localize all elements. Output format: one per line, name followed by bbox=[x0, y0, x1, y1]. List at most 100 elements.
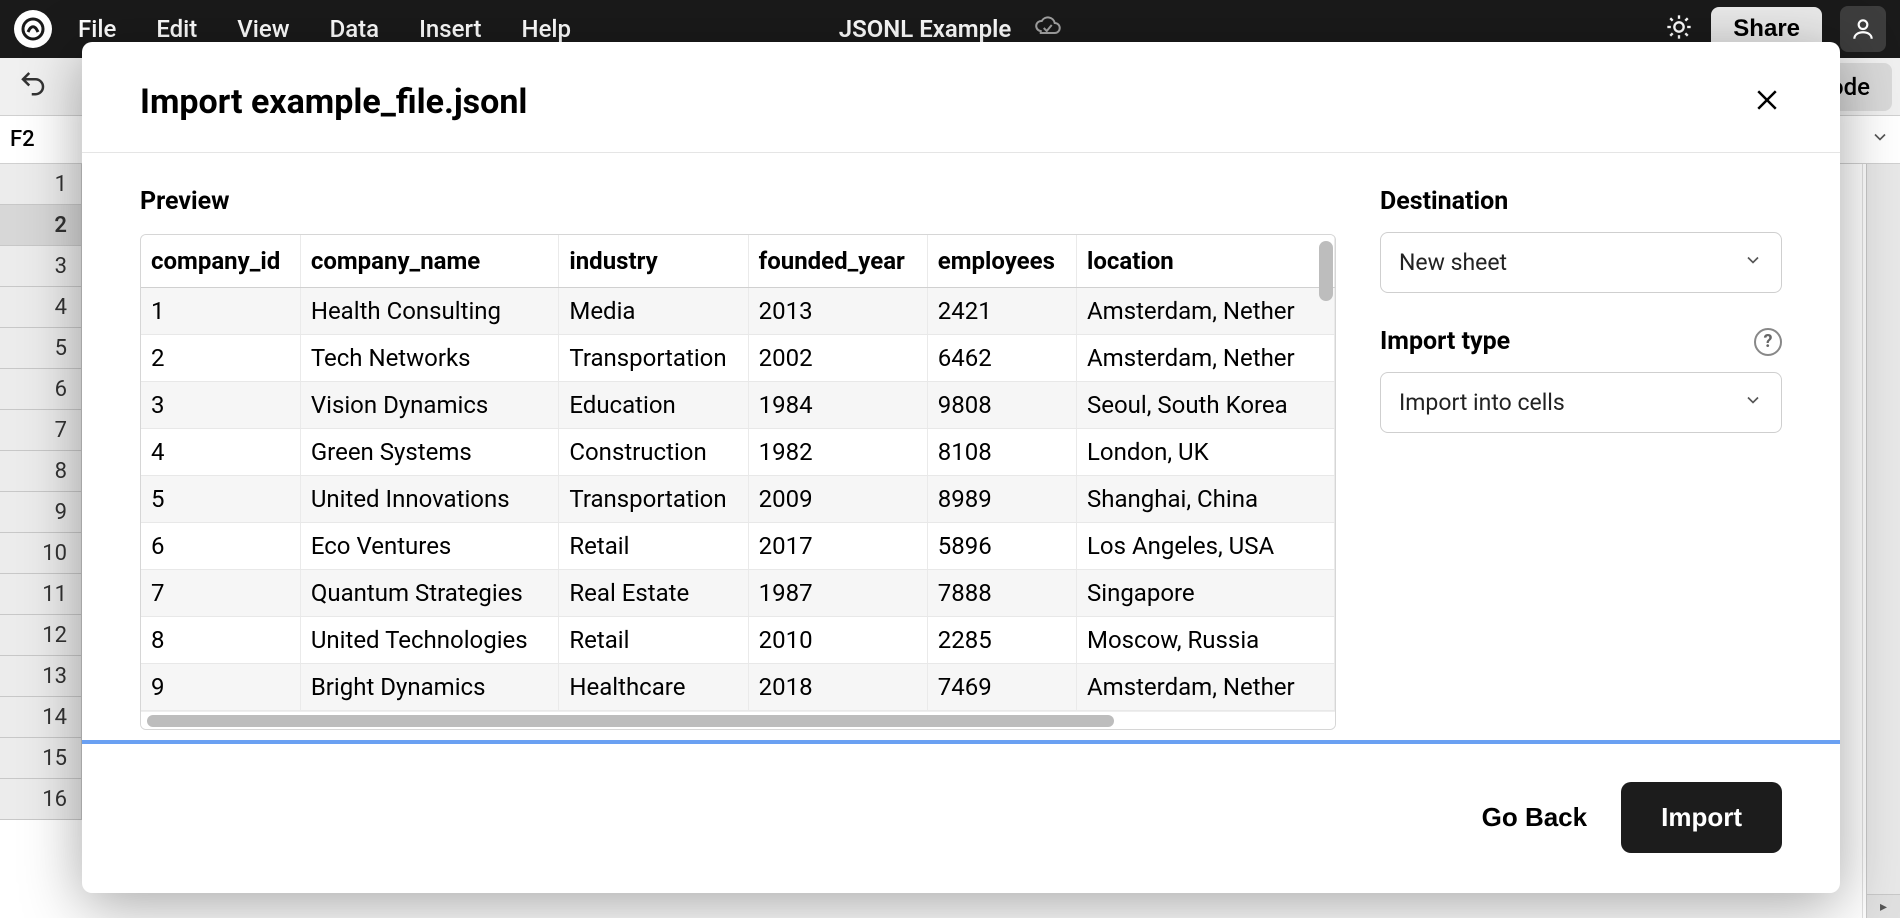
table-cell[interactable]: Education bbox=[559, 382, 748, 429]
table-cell[interactable]: Quantum Strategies bbox=[300, 570, 559, 617]
column-header[interactable]: company_id bbox=[141, 235, 300, 288]
table-cell[interactable]: 2009 bbox=[748, 476, 927, 523]
table-cell[interactable]: 2421 bbox=[927, 288, 1076, 335]
table-row[interactable]: 1Health ConsultingMedia20132421Amsterdam… bbox=[141, 288, 1335, 335]
row-header[interactable]: 1 bbox=[0, 164, 81, 205]
table-cell[interactable]: 6462 bbox=[927, 335, 1076, 382]
table-cell[interactable]: United Technologies bbox=[300, 617, 559, 664]
table-cell[interactable]: 5896 bbox=[927, 523, 1076, 570]
row-header[interactable]: 5 bbox=[0, 328, 81, 369]
destination-select[interactable]: New sheet bbox=[1380, 232, 1782, 293]
table-cell[interactable]: Real Estate bbox=[559, 570, 748, 617]
formula-expand-icon[interactable] bbox=[1870, 127, 1890, 152]
table-row[interactable]: 3Vision DynamicsEducation19849808Seoul, … bbox=[141, 382, 1335, 429]
horizontal-scrollbar-track[interactable] bbox=[141, 711, 1335, 729]
table-cell[interactable]: Singapore bbox=[1076, 570, 1334, 617]
table-cell[interactable]: 1984 bbox=[748, 382, 927, 429]
column-header[interactable]: industry bbox=[559, 235, 748, 288]
table-cell[interactable]: 2018 bbox=[748, 664, 927, 711]
table-cell[interactable]: Retail bbox=[559, 617, 748, 664]
table-cell[interactable]: 1982 bbox=[748, 429, 927, 476]
help-icon[interactable]: ? bbox=[1754, 328, 1782, 356]
row-header[interactable]: 15 bbox=[0, 738, 81, 779]
table-cell[interactable]: 9808 bbox=[927, 382, 1076, 429]
table-cell[interactable]: 8 bbox=[141, 617, 300, 664]
table-row[interactable]: 4Green SystemsConstruction19828108London… bbox=[141, 429, 1335, 476]
row-header[interactable]: 12 bbox=[0, 615, 81, 656]
table-cell[interactable]: Vision Dynamics bbox=[300, 382, 559, 429]
row-header[interactable]: 13 bbox=[0, 656, 81, 697]
undo-icon[interactable] bbox=[18, 68, 48, 105]
table-cell[interactable]: 1987 bbox=[748, 570, 927, 617]
table-cell[interactable]: Los Angeles, USA bbox=[1076, 523, 1334, 570]
menu-insert[interactable]: Insert bbox=[419, 15, 481, 43]
table-cell[interactable]: Retail bbox=[559, 523, 748, 570]
row-header[interactable]: 11 bbox=[0, 574, 81, 615]
cell-reference[interactable]: F2 bbox=[10, 127, 70, 152]
table-cell[interactable]: Amsterdam, Nether bbox=[1076, 664, 1334, 711]
table-cell[interactable]: 7888 bbox=[927, 570, 1076, 617]
cloud-sync-icon[interactable] bbox=[1031, 15, 1061, 43]
table-cell[interactable]: London, UK bbox=[1076, 429, 1334, 476]
table-row[interactable]: 7Quantum StrategiesReal Estate19877888Si… bbox=[141, 570, 1335, 617]
app-logo[interactable] bbox=[14, 10, 52, 48]
column-header[interactable]: company_name bbox=[300, 235, 559, 288]
horizontal-scrollbar-thumb[interactable] bbox=[147, 715, 1114, 727]
row-header[interactable]: 8 bbox=[0, 451, 81, 492]
table-row[interactable]: 9Bright DynamicsHealthcare20187469Amster… bbox=[141, 664, 1335, 711]
table-cell[interactable]: Amsterdam, Nether bbox=[1076, 288, 1334, 335]
table-cell[interactable]: 2017 bbox=[748, 523, 927, 570]
table-cell[interactable]: 3 bbox=[141, 382, 300, 429]
table-cell[interactable]: Bright Dynamics bbox=[300, 664, 559, 711]
table-cell[interactable]: Transportation bbox=[559, 476, 748, 523]
row-header[interactable]: 3 bbox=[0, 246, 81, 287]
go-back-button[interactable]: Go Back bbox=[1482, 802, 1588, 833]
table-cell[interactable]: Moscow, Russia bbox=[1076, 617, 1334, 664]
table-cell[interactable]: 1 bbox=[141, 288, 300, 335]
table-cell[interactable]: Construction bbox=[559, 429, 748, 476]
table-cell[interactable]: 9 bbox=[141, 664, 300, 711]
table-cell[interactable]: 2 bbox=[141, 335, 300, 382]
column-header[interactable]: founded_year bbox=[748, 235, 927, 288]
row-header[interactable]: 7 bbox=[0, 410, 81, 451]
theme-toggle-icon[interactable] bbox=[1665, 13, 1693, 45]
import-button[interactable]: Import bbox=[1621, 782, 1782, 853]
table-cell[interactable]: United Innovations bbox=[300, 476, 559, 523]
table-cell[interactable]: Eco Ventures bbox=[300, 523, 559, 570]
table-cell[interactable]: 2285 bbox=[927, 617, 1076, 664]
menu-file[interactable]: File bbox=[78, 15, 116, 43]
table-cell[interactable]: 8989 bbox=[927, 476, 1076, 523]
row-header[interactable]: 4 bbox=[0, 287, 81, 328]
close-button[interactable] bbox=[1752, 85, 1782, 119]
table-cell[interactable]: Amsterdam, Nether bbox=[1076, 335, 1334, 382]
table-cell[interactable]: Shanghai, China bbox=[1076, 476, 1334, 523]
table-cell[interactable]: 8108 bbox=[927, 429, 1076, 476]
menu-edit[interactable]: Edit bbox=[156, 15, 197, 43]
table-row[interactable]: 6Eco VenturesRetail20175896Los Angeles, … bbox=[141, 523, 1335, 570]
table-cell[interactable]: Tech Networks bbox=[300, 335, 559, 382]
table-cell[interactable]: Green Systems bbox=[300, 429, 559, 476]
horizontal-scroll-right-icon[interactable]: ▸ bbox=[1866, 894, 1900, 918]
table-cell[interactable]: 6 bbox=[141, 523, 300, 570]
table-row[interactable]: 8United TechnologiesRetail20102285Moscow… bbox=[141, 617, 1335, 664]
account-button[interactable] bbox=[1840, 6, 1886, 52]
row-header[interactable]: 16 bbox=[0, 779, 81, 820]
table-cell[interactable]: Transportation bbox=[559, 335, 748, 382]
menu-data[interactable]: Data bbox=[330, 15, 380, 43]
menu-help[interactable]: Help bbox=[522, 15, 572, 43]
document-title[interactable]: JSONL Example bbox=[839, 15, 1012, 43]
row-header[interactable]: 2 bbox=[0, 205, 81, 246]
row-header[interactable]: 6 bbox=[0, 369, 81, 410]
column-header[interactable]: employees bbox=[927, 235, 1076, 288]
preview-scroll[interactable]: company_idcompany_nameindustryfounded_ye… bbox=[141, 235, 1335, 711]
table-cell[interactable]: Healthcare bbox=[559, 664, 748, 711]
column-header[interactable]: location bbox=[1076, 235, 1334, 288]
table-row[interactable]: 5United InnovationsTransportation2009898… bbox=[141, 476, 1335, 523]
table-cell[interactable]: 2010 bbox=[748, 617, 927, 664]
row-header[interactable]: 10 bbox=[0, 533, 81, 574]
table-cell[interactable]: 2002 bbox=[748, 335, 927, 382]
table-cell[interactable]: Media bbox=[559, 288, 748, 335]
menu-view[interactable]: View bbox=[237, 15, 289, 43]
row-header[interactable]: 14 bbox=[0, 697, 81, 738]
table-cell[interactable]: Seoul, South Korea bbox=[1076, 382, 1334, 429]
